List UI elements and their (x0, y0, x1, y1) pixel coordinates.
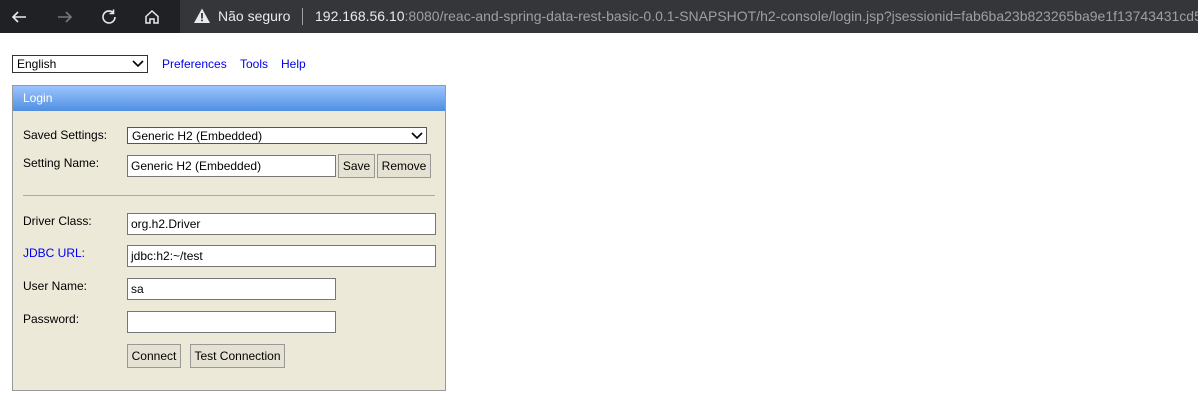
address-divider (302, 8, 303, 25)
tools-link[interactable]: Tools (240, 57, 268, 71)
user-name-label: User Name: (23, 279, 88, 293)
security-label[interactable]: Não seguro (218, 7, 290, 25)
chevron-down-icon (411, 132, 423, 140)
arrow-left-icon (11, 11, 26, 23)
home-icon (145, 9, 159, 24)
warning-icon[interactable] (193, 7, 211, 30)
saved-settings-value: Generic H2 (Embedded) (132, 129, 263, 143)
language-select[interactable]: English (12, 55, 148, 73)
arrow-right-icon (58, 11, 73, 23)
jdbc-url-link[interactable]: JDBC URL: (23, 246, 85, 260)
saved-settings-select[interactable]: Generic H2 (Embedded) (127, 127, 427, 144)
password-input[interactable] (127, 311, 336, 333)
divider (23, 195, 435, 196)
help-link[interactable]: Help (281, 57, 306, 71)
home-button[interactable] (139, 4, 165, 30)
password-label: Password: (23, 312, 80, 326)
test-connection-button[interactable]: Test Connection (190, 344, 285, 368)
back-button[interactable] (6, 4, 32, 30)
reload-icon (102, 9, 116, 24)
setting-name-label: Setting Name: (23, 156, 100, 170)
chevron-down-icon (132, 60, 144, 68)
browser-toolbar: Não seguro 192.168.56.10:8080/reac-and-s… (0, 0, 1198, 33)
driver-class-input[interactable]: org.h2.Driver (127, 213, 436, 235)
forward-button[interactable] (52, 4, 78, 30)
setting-name-input[interactable]: Generic H2 (Embedded) (127, 155, 336, 177)
language-value: English (17, 57, 57, 71)
driver-class-label: Driver Class: (23, 214, 92, 228)
remove-button[interactable]: Remove (377, 154, 431, 178)
connect-button[interactable]: Connect (127, 344, 181, 368)
login-title: Login (13, 86, 445, 111)
jdbc-url-input[interactable]: jdbc:h2:~/test (127, 245, 436, 267)
login-panel: Login Saved Settings: Generic H2 (Embedd… (12, 85, 446, 391)
url-host: 192.168.56.10 (315, 8, 405, 24)
preferences-link[interactable]: Preferences (162, 57, 227, 71)
reload-button[interactable] (96, 4, 122, 30)
saved-settings-label: Saved Settings: (23, 128, 108, 142)
save-button[interactable]: Save (338, 154, 375, 178)
url-path: :8080/reac-and-spring-data-rest-basic-0.… (404, 8, 1198, 24)
url-text[interactable]: 192.168.56.10:8080/reac-and-spring-data-… (315, 7, 1198, 25)
user-name-input[interactable]: sa (127, 278, 336, 300)
